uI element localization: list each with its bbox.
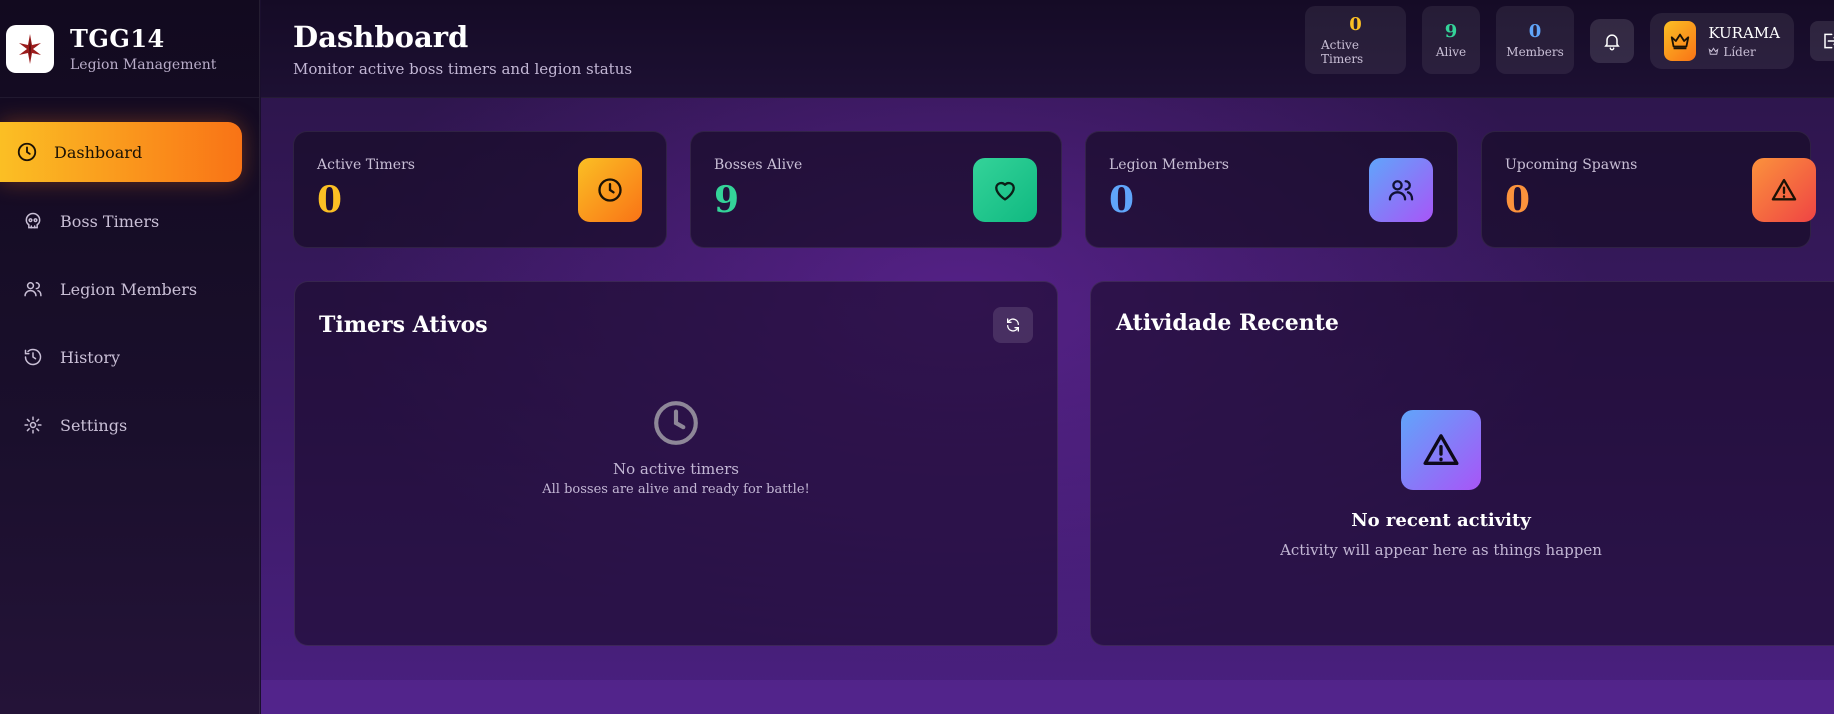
user-profile[interactable]: KURAMA Líder — [1650, 13, 1794, 69]
stat-card-upcoming-spawns: Upcoming Spawns 0 — [1481, 131, 1816, 248]
warning-icon — [1401, 410, 1481, 490]
sidebar-item-label: Boss Timers — [60, 211, 160, 231]
sidebar-item-boss-timers[interactable]: Boss Timers — [0, 192, 241, 250]
sidebar-item-label: History — [60, 347, 121, 367]
user-name: KURAMA — [1708, 23, 1780, 42]
sidebar-item-label: Settings — [60, 415, 128, 435]
activity-empty-state: No recent activity Activity will appear … — [1091, 410, 1791, 559]
stat-card-active-timers: Active Timers 0 — [293, 131, 667, 248]
sidebar-item-history[interactable]: History — [0, 328, 241, 386]
mini-stat-members: 0 Members — [1496, 6, 1574, 74]
brand-title: TGG14 — [70, 24, 165, 53]
users-icon — [22, 278, 44, 300]
stat-card-legion-members: Legion Members 0 — [1085, 131, 1458, 248]
bell-icon — [1604, 34, 1620, 51]
mini-stat-value: 0 — [1349, 14, 1362, 35]
activity-panel: Atividade Recente No recent activity Act… — [1090, 281, 1834, 646]
stat-card-bosses-alive: Bosses Alive 9 — [690, 131, 1062, 248]
refresh-icon — [1007, 318, 1019, 332]
panel-title: Atividade Recente — [1116, 310, 1339, 336]
mini-stat-label: Alive — [1435, 45, 1467, 59]
sidebar-item-label: Legion Members — [60, 279, 198, 299]
sidebar-item-settings[interactable]: Settings — [0, 396, 241, 454]
refresh-button[interactable] — [993, 307, 1033, 343]
brand: TGG14 Legion Management — [0, 0, 259, 98]
mini-stat-label: Active Timers — [1321, 38, 1364, 66]
stat-cards: Active Timers 0 Bosses Alive 9 Legion Me… — [293, 131, 1816, 248]
notifications-button[interactable] — [1590, 19, 1634, 63]
empty-subtitle: All bosses are alive and ready for battl… — [542, 482, 810, 497]
crown-icon — [1664, 21, 1697, 61]
timers-panel: Timers Ativos No active timers All bosse… — [294, 281, 1058, 646]
top-bar: Dashboard Monitor active boss timers and… — [261, 0, 1834, 98]
sidebar-item-label: Dashboard — [54, 142, 143, 162]
brand-subtitle: Legion Management — [70, 57, 217, 73]
empty-subtitle: Activity will appear here as things happ… — [1280, 541, 1602, 559]
skull-icon — [22, 210, 44, 232]
heart-icon — [973, 158, 1037, 222]
bottom-strip — [261, 680, 1834, 714]
logout-icon — [1824, 33, 1834, 49]
history-icon — [22, 346, 44, 368]
empty-title: No active timers — [612, 460, 739, 478]
gear-icon — [22, 414, 44, 436]
sidebar-item-dashboard[interactable]: Dashboard — [0, 122, 242, 182]
sidebar-nav: Dashboard Boss Timers Legion Members His… — [0, 122, 259, 454]
main-content: Dashboard Monitor active boss timers and… — [261, 0, 1834, 714]
sidebar: TGG14 Legion Management Dashboard Boss T… — [0, 0, 260, 714]
page-title: Dashboard — [293, 19, 469, 54]
warning-icon — [1752, 158, 1816, 222]
timers-empty-state: No active timers All bosses are alive an… — [295, 398, 1057, 497]
user-role-row: Líder — [1708, 45, 1780, 59]
panel-title: Timers Ativos — [319, 312, 488, 338]
sidebar-item-legion-members[interactable]: Legion Members — [0, 260, 241, 318]
logout-button[interactable] — [1810, 21, 1834, 61]
mini-stat-value: 0 — [1528, 21, 1542, 42]
mini-stat-value: 9 — [1444, 21, 1458, 42]
user-role: Líder — [1723, 44, 1756, 59]
page-subtitle: Monitor active boss timers and legion st… — [293, 59, 633, 78]
crest-logo — [6, 24, 54, 73]
users-icon — [1369, 158, 1433, 222]
mini-stat-alive: 9 Alive — [1422, 6, 1480, 74]
clock-icon — [16, 141, 38, 163]
mini-stat-label: Members — [1506, 45, 1564, 59]
clock-icon — [578, 158, 642, 222]
mini-stat-active-timers: 0 Active Timers — [1305, 6, 1406, 74]
clock-icon — [654, 401, 698, 445]
crown-small-icon — [1708, 47, 1719, 55]
empty-title: No recent activity — [1351, 510, 1531, 531]
